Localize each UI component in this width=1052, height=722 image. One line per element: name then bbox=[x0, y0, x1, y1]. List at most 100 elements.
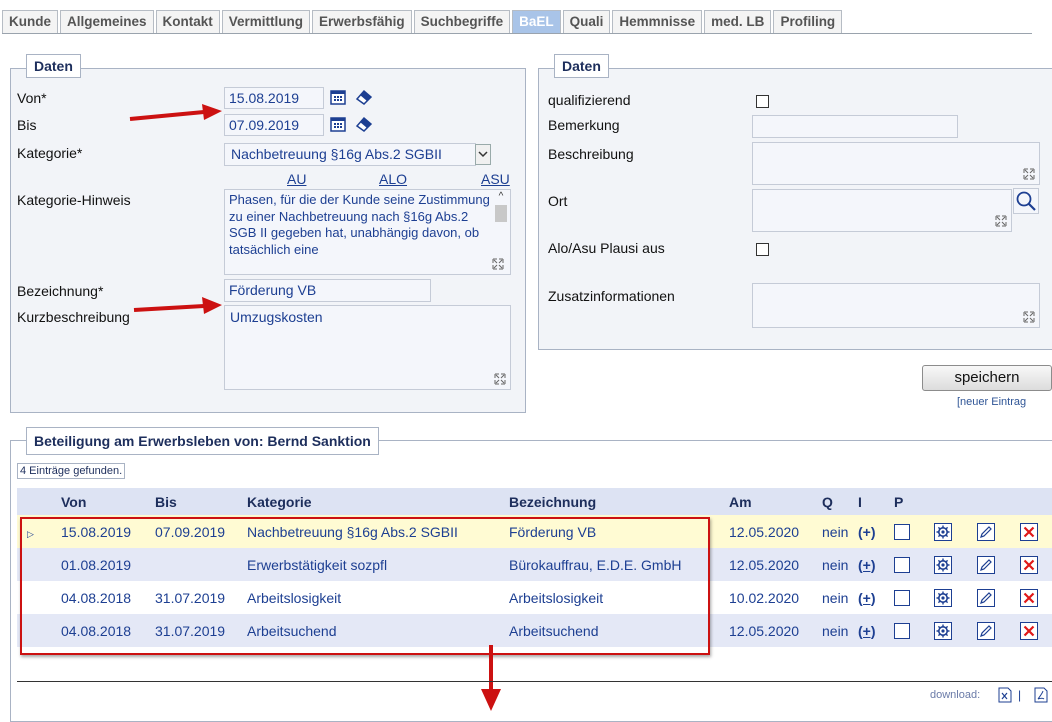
calendar-icon[interactable] bbox=[329, 88, 347, 106]
delete-icon[interactable] bbox=[1020, 555, 1038, 574]
resize-icon[interactable] bbox=[1022, 167, 1036, 181]
cell-am: 10.02.2020 bbox=[729, 581, 822, 614]
qualifizierend-checkbox[interactable] bbox=[756, 95, 769, 108]
delete-icon[interactable] bbox=[1020, 522, 1038, 541]
download-label: download: bbox=[930, 689, 981, 701]
delete-icon[interactable] bbox=[1020, 621, 1038, 640]
beschreibung-textarea[interactable] bbox=[752, 142, 1040, 185]
header-am[interactable]: Am bbox=[729, 488, 822, 515]
resize-icon[interactable] bbox=[491, 257, 505, 271]
row-checkbox[interactable] bbox=[894, 524, 910, 541]
bezeichnung-input[interactable]: Förderung VB bbox=[224, 279, 431, 302]
tab-suchbegriffe[interactable]: Suchbegriffe bbox=[413, 10, 511, 33]
cell-edit bbox=[977, 614, 1020, 647]
zusatz-textarea[interactable] bbox=[752, 283, 1040, 328]
eraser-icon[interactable] bbox=[355, 115, 373, 133]
row-checkbox[interactable] bbox=[894, 590, 910, 607]
annotation-arrow-bezeichnung bbox=[133, 297, 222, 314]
gear-icon[interactable] bbox=[934, 522, 952, 541]
tab-kunde[interactable]: Kunde bbox=[2, 10, 58, 33]
tab-erwerbsfähig[interactable]: Erwerbsfähig bbox=[312, 10, 412, 33]
header-bis[interactable]: Bis bbox=[155, 488, 247, 515]
resize-icon[interactable] bbox=[1022, 310, 1036, 324]
cell-delete bbox=[1020, 614, 1052, 647]
cell-settings bbox=[934, 614, 977, 647]
resize-icon[interactable] bbox=[994, 214, 1008, 228]
hint-link-alo[interactable]: ALO bbox=[379, 171, 407, 187]
bemerkung-input[interactable] bbox=[752, 115, 958, 138]
cell-settings bbox=[934, 515, 977, 548]
kurzbeschreibung-label: Kurzbeschreibung bbox=[17, 309, 130, 325]
cell-settings bbox=[934, 548, 977, 581]
new-entry-link[interactable]: [neuer Eintrag bbox=[957, 396, 1026, 408]
header-kategorie[interactable]: Kategorie bbox=[247, 488, 509, 515]
tab-allgemeines[interactable]: Allgemeines bbox=[60, 10, 154, 33]
hint-link-au[interactable]: AU bbox=[287, 171, 306, 187]
beschreibung-label: Beschreibung bbox=[548, 146, 634, 162]
edit-icon[interactable] bbox=[977, 522, 995, 541]
gear-icon[interactable] bbox=[934, 555, 952, 574]
delete-icon[interactable] bbox=[1020, 588, 1038, 607]
gear-icon[interactable] bbox=[934, 621, 952, 640]
header-edit bbox=[977, 488, 1020, 515]
tab-hemmnisse[interactable]: Hemmnisse bbox=[612, 10, 703, 33]
pdf-icon[interactable] bbox=[1034, 687, 1048, 703]
cell-q: nein bbox=[822, 515, 858, 548]
tab-vermittlung[interactable]: Vermittlung bbox=[221, 10, 311, 33]
annotation-highlight-box bbox=[20, 517, 710, 655]
scroll-thumb[interactable] bbox=[495, 205, 507, 222]
row-checkbox[interactable] bbox=[894, 557, 910, 574]
row-checkbox[interactable] bbox=[894, 623, 910, 640]
kategorie-select[interactable]: Nachbetreuung §16g Abs.2 SGBII bbox=[224, 143, 476, 166]
search-icon[interactable] bbox=[1013, 188, 1039, 214]
qualifizierend-label: qualifizierend bbox=[548, 92, 631, 108]
header-settings bbox=[934, 488, 977, 515]
cell-p bbox=[894, 515, 934, 548]
cell-am: 12.05.2020 bbox=[729, 548, 822, 581]
tab-quali[interactable]: Quali bbox=[562, 10, 611, 33]
kategorie-hinweis-box: Phasen, für die der Kunde seine Zustimmu… bbox=[224, 189, 511, 275]
header-von[interactable]: Von bbox=[61, 488, 155, 515]
hinweis-scrollbar[interactable]: ^ bbox=[494, 191, 508, 247]
excel-icon[interactable] bbox=[998, 687, 1012, 703]
kategorie-hinweis-text: Phasen, für die der Kunde seine Zustimmu… bbox=[229, 192, 490, 257]
left-panel-legend: Daten bbox=[26, 54, 81, 78]
tab-bael[interactable]: BaEL bbox=[512, 10, 561, 33]
save-button[interactable]: speichern bbox=[922, 365, 1052, 391]
header-bezeichnung[interactable]: Bezeichnung bbox=[509, 488, 729, 515]
scroll-up-icon[interactable]: ^ bbox=[494, 191, 508, 203]
ort-textarea[interactable] bbox=[752, 189, 1012, 232]
edit-icon[interactable] bbox=[977, 621, 995, 640]
bis-input[interactable]: 07.09.2019 bbox=[224, 114, 324, 136]
tab-kontakt[interactable]: Kontakt bbox=[155, 10, 220, 33]
cell-edit bbox=[977, 548, 1020, 581]
cell-am: 12.05.2020 bbox=[729, 515, 822, 548]
header-p: P bbox=[894, 488, 934, 515]
cell-p bbox=[894, 614, 934, 647]
kurzbeschreibung-textarea[interactable]: Umzugskosten bbox=[224, 305, 511, 390]
resize-icon[interactable] bbox=[493, 372, 507, 386]
annotation-arrow-von bbox=[129, 104, 222, 121]
cell-i: (+) bbox=[858, 614, 894, 647]
chevron-down-icon[interactable] bbox=[475, 144, 491, 165]
gear-icon[interactable] bbox=[934, 588, 952, 607]
cell-q: nein bbox=[822, 548, 858, 581]
tab-profiling[interactable]: Profiling bbox=[773, 10, 843, 33]
cell-i: (+) bbox=[858, 548, 894, 581]
plausi-checkbox[interactable] bbox=[756, 243, 769, 256]
header-q[interactable]: Q bbox=[822, 488, 858, 515]
hint-link-asu[interactable]: ASU bbox=[481, 171, 510, 187]
eraser-icon[interactable] bbox=[355, 88, 373, 106]
calendar-icon[interactable] bbox=[329, 115, 347, 133]
cell-i: (+) bbox=[858, 515, 894, 548]
kurzbeschreibung-text: Umzugskosten bbox=[230, 309, 323, 325]
edit-icon[interactable] bbox=[977, 588, 995, 607]
info-link[interactable]: (+) bbox=[858, 524, 876, 540]
cell-settings bbox=[934, 581, 977, 614]
info-link[interactable]: (+) bbox=[858, 623, 876, 639]
info-link[interactable]: (+) bbox=[858, 557, 876, 573]
info-link[interactable]: (+) bbox=[858, 590, 876, 606]
tab-med-lb[interactable]: med. LB bbox=[704, 10, 772, 33]
edit-icon[interactable] bbox=[977, 555, 995, 574]
von-input[interactable]: 15.08.2019 bbox=[224, 87, 324, 109]
